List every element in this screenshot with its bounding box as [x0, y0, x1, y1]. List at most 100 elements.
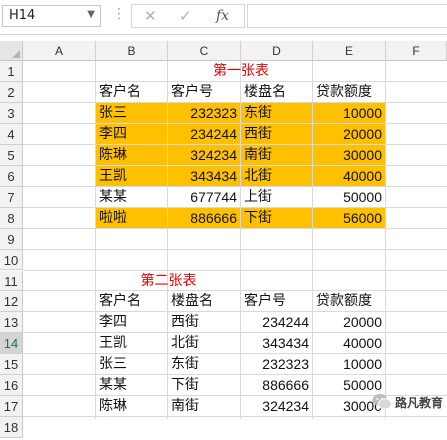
- chevron-down-icon[interactable]: ▼: [87, 9, 95, 20]
- table1-header-cell[interactable]: 客户名: [99, 83, 141, 104]
- table2-header-cell[interactable]: 楼盘名: [171, 292, 213, 313]
- table2-customer-name[interactable]: 张三: [99, 355, 127, 376]
- row-header-16[interactable]: 16: [0, 375, 23, 397]
- column-header-f[interactable]: F: [386, 41, 447, 61]
- confirm-icon[interactable]: ✓: [179, 7, 192, 25]
- table1-loan-amount[interactable]: 56000: [315, 209, 382, 230]
- table2-customer-name[interactable]: 王凯: [99, 334, 127, 355]
- gridline: [23, 353, 447, 355]
- table2-title[interactable]: 第二张表: [96, 272, 241, 293]
- table2-street[interactable]: 西街: [171, 313, 199, 334]
- row-header-18[interactable]: 18: [0, 417, 23, 439]
- gridline: [23, 311, 447, 313]
- row-header-3[interactable]: 3: [0, 102, 23, 124]
- column-header-e[interactable]: E: [313, 41, 386, 61]
- row-header-13[interactable]: 13: [0, 312, 23, 334]
- table2-street[interactable]: 南街: [171, 397, 199, 418]
- gridline: [240, 61, 241, 419]
- column-header-c[interactable]: C: [168, 41, 241, 61]
- column-header-a[interactable]: A: [23, 41, 96, 61]
- table2-customer-name[interactable]: 某某: [99, 376, 127, 397]
- column-header-b[interactable]: B: [96, 41, 168, 61]
- table1-street[interactable]: 东街: [244, 104, 272, 125]
- row-header-14[interactable]: 14: [0, 333, 23, 355]
- table1-customer-name[interactable]: 陈琳: [99, 146, 127, 167]
- watermark-text: 路凡教育: [395, 396, 444, 410]
- name-box[interactable]: H14 ▼: [2, 5, 101, 27]
- row-header-9[interactable]: 9: [0, 228, 23, 250]
- watermark: 路凡教育: [370, 391, 447, 415]
- table2-customer-id[interactable]: 324234: [243, 397, 309, 418]
- row-header-4[interactable]: 4: [0, 123, 23, 145]
- table2-header-cell[interactable]: 贷款额度: [316, 292, 372, 313]
- gridline: [23, 416, 447, 418]
- table2-customer-id[interactable]: 343434: [243, 334, 309, 355]
- table2-street[interactable]: 东街: [171, 355, 199, 376]
- table2-customer-id[interactable]: 232323: [243, 355, 309, 376]
- table2-header-cell[interactable]: 客户名: [99, 292, 141, 313]
- table1-customer-name[interactable]: 王凯: [99, 167, 127, 188]
- table1-customer-id[interactable]: 324234: [170, 146, 237, 167]
- select-all-corner[interactable]: [0, 41, 23, 61]
- table1-header-cell[interactable]: 客户号: [171, 83, 213, 104]
- table1-customer-name[interactable]: 啦啦: [99, 209, 127, 230]
- table1-street[interactable]: 西街: [244, 125, 272, 146]
- table1-loan-amount[interactable]: 50000: [315, 188, 382, 209]
- column-header-d[interactable]: D: [241, 41, 313, 61]
- table1-header-cell[interactable]: 楼盘名: [244, 83, 286, 104]
- table1-loan-amount[interactable]: 30000: [315, 146, 382, 167]
- row-header-8[interactable]: 8: [0, 207, 23, 229]
- row-header-17[interactable]: 17: [0, 396, 23, 418]
- cell-grid[interactable]: 第一张表 客户名 客户号 楼盘名 贷款额度 张三 232323 东街 10000 李四 234244…: [23, 61, 447, 419]
- cancel-icon[interactable]: ✕: [144, 7, 157, 25]
- drag-handle-icon[interactable]: ⋮: [112, 6, 126, 22]
- gridline: [312, 61, 313, 419]
- gridline: [23, 248, 447, 250]
- table1-street[interactable]: 南街: [244, 146, 272, 167]
- table2-header-cell[interactable]: 客户号: [244, 292, 286, 313]
- table1-customer-id[interactable]: 232323: [170, 104, 237, 125]
- table1-street[interactable]: 北街: [244, 167, 272, 188]
- table1-customer-id[interactable]: 677744: [170, 188, 237, 209]
- row-header-15[interactable]: 15: [0, 354, 23, 376]
- table2-loan-amount[interactable]: 40000: [315, 334, 382, 355]
- row-header-11[interactable]: 11: [0, 270, 23, 292]
- name-box-value: H14: [9, 8, 36, 23]
- gridline: [167, 61, 168, 419]
- row-header-5[interactable]: 5: [0, 144, 23, 166]
- table2-loan-amount[interactable]: 20000: [315, 313, 382, 334]
- row-header-1[interactable]: 1: [0, 61, 23, 82]
- row-header-6[interactable]: 6: [0, 165, 23, 187]
- table2-customer-id[interactable]: 886666: [243, 376, 309, 397]
- wechat-logo-icon: [372, 394, 392, 410]
- formula-bar: H14 ▼ ⋮ ✕ ✓ fx: [0, 0, 447, 35]
- table1-loan-amount[interactable]: 40000: [315, 167, 382, 188]
- table1-street[interactable]: 下街: [244, 209, 272, 230]
- table1-title[interactable]: 第一张表: [96, 62, 386, 83]
- gridline: [23, 101, 447, 103]
- formula-input[interactable]: [247, 4, 447, 28]
- table1-loan-amount[interactable]: 20000: [315, 125, 382, 146]
- table2-street[interactable]: 北街: [171, 334, 199, 355]
- table1-street[interactable]: 上街: [244, 188, 272, 209]
- table1-customer-name[interactable]: 李四: [99, 125, 127, 146]
- table2-customer-name[interactable]: 陈琳: [99, 397, 127, 418]
- table1-header-cell[interactable]: 贷款额度: [316, 83, 372, 104]
- insert-function-icon[interactable]: fx: [216, 8, 229, 24]
- gridline: [23, 332, 447, 334]
- table1-customer-id[interactable]: 886666: [170, 209, 237, 230]
- table2-customer-name[interactable]: 李四: [99, 313, 127, 334]
- row-header-2[interactable]: 2: [0, 81, 23, 103]
- table1-customer-name[interactable]: 某某: [99, 188, 127, 209]
- table1-customer-id[interactable]: 343434: [170, 167, 237, 188]
- row-header-12[interactable]: 12: [0, 291, 23, 313]
- table1-loan-amount[interactable]: 10000: [315, 104, 382, 125]
- table2-street[interactable]: 下街: [171, 376, 199, 397]
- table2-loan-amount[interactable]: 10000: [315, 355, 382, 376]
- gridline: [385, 61, 386, 419]
- table1-customer-name[interactable]: 张三: [99, 104, 127, 125]
- table1-customer-id[interactable]: 234244: [170, 125, 237, 146]
- table2-customer-id[interactable]: 234244: [243, 313, 309, 334]
- row-header-10[interactable]: 10: [0, 249, 23, 271]
- row-header-7[interactable]: 7: [0, 186, 23, 208]
